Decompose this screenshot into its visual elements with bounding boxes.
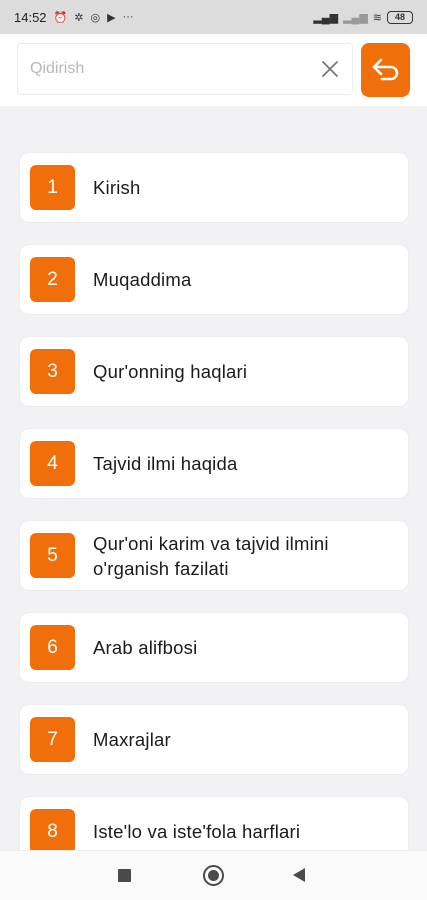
home-button[interactable] [203, 865, 224, 886]
item-title: Iste'lo va iste'fola harflari [93, 821, 301, 842]
item-title: Qur'oni karim va tajvid ilmini o'rganish… [93, 532, 329, 579]
back-button[interactable] [361, 43, 410, 97]
system-back-button[interactable] [293, 868, 305, 882]
more-notifications: ··· [122, 11, 134, 23]
wifi-icon: ≋ [372, 11, 382, 24]
item-title: Arab alifbosi [93, 637, 198, 658]
item-title: Tajvid ilmi haqida [93, 453, 238, 474]
list-item[interactable]: 1 Kirish [19, 152, 409, 223]
list-item[interactable]: 5 Qur'oni karim va tajvid ilmini o'rgani… [19, 520, 409, 591]
search-box[interactable] [17, 43, 353, 95]
list-item[interactable]: 4 Tajvid ilmi haqida [19, 428, 409, 499]
item-number-badge: 5 [30, 533, 75, 578]
item-number-badge: 6 [30, 625, 75, 670]
item-number-badge: 2 [30, 257, 75, 302]
recent-apps-button[interactable] [118, 869, 131, 882]
search-header [0, 34, 427, 106]
item-number-badge: 1 [30, 165, 75, 210]
list-item[interactable]: 2 Muqaddima [19, 244, 409, 315]
item-title: Kirish [93, 177, 141, 198]
signal-icon-2: ▂▄▆ [343, 11, 368, 24]
item-title: Muqaddima [93, 269, 192, 290]
item-title: Maxrajlar [93, 729, 171, 750]
item-number-badge: 4 [30, 441, 75, 486]
fan-icon: ✲ [74, 11, 84, 24]
status-time: 14:52 [14, 9, 47, 25]
item-title: Qur'onning haqlari [93, 361, 248, 382]
item-number-badge: 7 [30, 717, 75, 762]
battery-indicator: 48 [387, 10, 413, 24]
search-input[interactable] [30, 60, 300, 78]
return-arrow-icon [372, 58, 398, 81]
alarm-icon: ⏰ [53, 11, 68, 24]
close-icon[interactable] [320, 59, 340, 79]
status-bar: 14:52 ⏰ ✲ ◎ ▶ ··· ▂▄▆ ▂▄▆ ≋ 48 [0, 0, 427, 34]
signal-icon: ▂▄▆ [313, 11, 339, 24]
item-number-badge: 3 [30, 349, 75, 394]
item-number-badge: 8 [30, 809, 75, 854]
circle-icon: ◎ [90, 11, 101, 24]
list-item[interactable]: 3 Qur'onning haqlari [19, 336, 409, 407]
list-item[interactable]: 6 Arab alifbosi [19, 612, 409, 683]
list-item[interactable]: 7 Maxrajlar [19, 704, 409, 775]
youtube-icon: ▶ [107, 11, 116, 24]
system-navigation-bar [0, 850, 427, 900]
